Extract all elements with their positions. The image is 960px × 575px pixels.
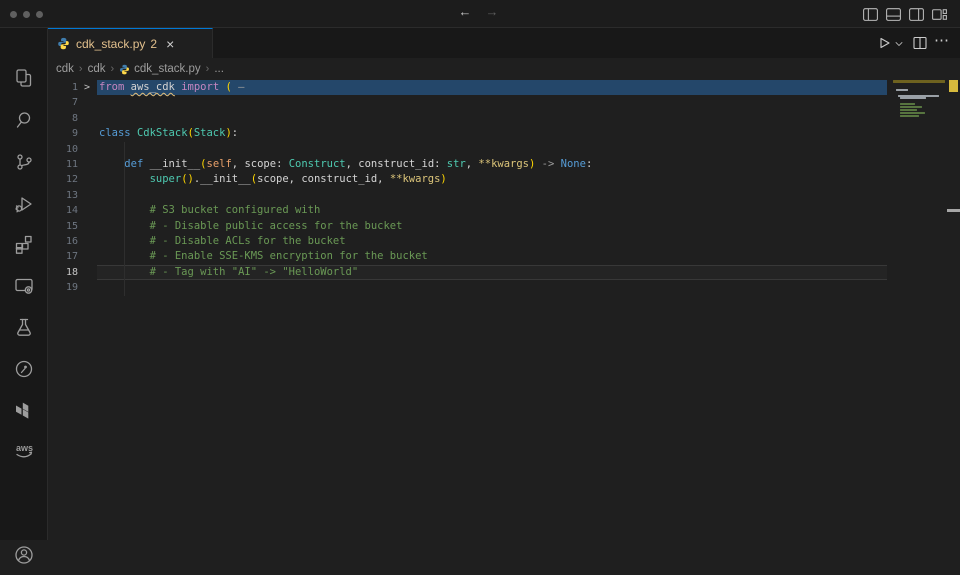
code-lines: 1 > from aws_cdk import ( – 789 class CdkSta… <box>48 80 893 295</box>
python-file-icon <box>119 64 130 75</box>
search-icon[interactable] <box>0 100 47 140</box>
source-control-icon[interactable] <box>0 142 47 182</box>
minimap-code-bar <box>896 89 908 91</box>
customize-layout-icon[interactable] <box>931 6 948 23</box>
minimap-code-bar <box>900 109 917 111</box>
code-text: def __init__(self, scope: Construct, con… <box>99 157 592 172</box>
line-number: 10 <box>48 142 78 157</box>
timeline-icon[interactable] <box>0 349 47 389</box>
code-line-14[interactable]: 14 # S3 bucket configured with <box>48 203 893 218</box>
python-file-icon <box>57 37 70 50</box>
code-line-8[interactable]: 8 <box>48 111 893 126</box>
code-text: # - Disable public access for the bucket <box>99 219 402 234</box>
code-editor[interactable]: 1 > from aws_cdk import ( – 789 class CdkSta… <box>48 80 893 540</box>
breadcrumb-separator-icon: › <box>79 63 83 75</box>
run-dropdown-icon[interactable] <box>893 37 905 55</box>
overview-cursor-marker <box>947 209 960 212</box>
split-editor-icon[interactable] <box>912 35 928 56</box>
code-text: # - Tag with "AI" -> "HelloWorld" <box>99 265 358 280</box>
breadcrumb-separator-icon: › <box>206 63 210 75</box>
aws-label: aws <box>16 443 33 453</box>
line-number: 16 <box>48 234 78 249</box>
code-text: # S3 bucket configured with <box>99 203 320 218</box>
extensions-icon[interactable] <box>0 225 47 265</box>
testing-icon[interactable] <box>0 307 47 347</box>
code-text: from aws_cdk import ( – <box>99 80 244 95</box>
code-line-15[interactable]: 15 # - Disable public access for the buc… <box>48 219 893 234</box>
terraform-icon[interactable] <box>0 391 47 431</box>
toggle-primary-sidebar-icon[interactable] <box>862 6 879 23</box>
tab-cdk-stack[interactable]: cdk_stack.py 2 × <box>48 28 213 58</box>
traffic-light-icon[interactable] <box>23 11 30 18</box>
line-number: 12 <box>48 172 78 187</box>
code-line-18[interactable]: 18 # - Tag with "AI" -> "HelloWorld" <box>48 265 893 280</box>
line-number: 11 <box>48 157 78 172</box>
code-line-17[interactable]: 17 # - Enable SSE-KMS encryption for the… <box>48 249 893 264</box>
breadcrumb-item[interactable]: cdk <box>56 63 74 75</box>
account-icon[interactable] <box>0 535 47 575</box>
traffic-light-icon[interactable] <box>36 11 43 18</box>
title-bar: ← → <box>0 0 960 28</box>
tab-bar: cdk_stack.py 2 × ⋯ <box>48 28 960 58</box>
code-line-9[interactable]: 9 class CdkStack(Stack): <box>48 126 893 141</box>
code-line-7[interactable]: 7 <box>48 95 893 110</box>
minimap-code-bar <box>900 115 918 117</box>
code-text: # - Enable SSE-KMS encryption for the bu… <box>99 249 428 264</box>
line-number: 1 <box>48 80 78 95</box>
line-number: 9 <box>48 126 78 141</box>
code-line-13[interactable]: 13 <box>48 188 893 203</box>
toggle-secondary-sidebar-icon[interactable] <box>908 6 925 23</box>
overview-ruler[interactable] <box>945 28 960 540</box>
nav-back-icon[interactable]: ← <box>455 4 475 19</box>
code-text: super().__init__(scope, construct_id, **… <box>99 172 447 187</box>
line-number: 17 <box>48 249 78 264</box>
tab-close-icon[interactable]: × <box>166 37 174 51</box>
minimap-code-bar <box>900 112 924 114</box>
breadcrumb-item[interactable]: cdk_stack.py <box>134 63 200 75</box>
code-line-19[interactable]: 19 <box>48 280 893 295</box>
line-number: 13 <box>48 188 78 203</box>
nav-forward-icon[interactable]: → <box>482 4 502 19</box>
code-line-10[interactable]: 10 <box>48 142 893 157</box>
traffic-light-icon[interactable] <box>10 11 17 18</box>
minimap[interactable] <box>893 80 945 540</box>
minimap-code-bar <box>900 97 926 99</box>
toggle-panel-icon[interactable] <box>885 6 902 23</box>
aws-icon[interactable]: aws <box>0 431 47 471</box>
line-number: 7 <box>48 95 78 110</box>
overview-warning-marker <box>949 80 958 92</box>
fold-chevron-icon[interactable]: > <box>84 80 90 95</box>
line-number: 18 <box>48 265 78 280</box>
breadcrumb: cdk › cdk › cdk_stack.py › ... <box>48 58 960 80</box>
minimap-code-bar <box>898 95 939 97</box>
line-number: 8 <box>48 111 78 126</box>
run-debug-icon[interactable] <box>0 184 47 224</box>
tab-label: cdk_stack.py <box>76 37 145 51</box>
minimap-code-bar <box>900 106 922 108</box>
code-text: # - Disable ACLs for the bucket <box>99 234 346 249</box>
breadcrumb-item[interactable]: ... <box>214 63 224 75</box>
minimap-code-bar <box>900 103 915 105</box>
explorer-icon[interactable] <box>0 58 47 98</box>
code-line-16[interactable]: 16 # - Disable ACLs for the bucket <box>48 234 893 249</box>
line-number: 15 <box>48 219 78 234</box>
activity-bar: aws <box>0 28 48 540</box>
code-line-1[interactable]: 1 > from aws_cdk import ( – <box>48 80 893 95</box>
tab-problems-badge: 2 <box>150 37 157 51</box>
run-icon[interactable] <box>876 35 892 56</box>
code-line-11[interactable]: 11 def __init__(self, scope: Construct, … <box>48 157 893 172</box>
code-line-12[interactable]: 12 super().__init__(scope, construct_id,… <box>48 172 893 187</box>
code-text: class CdkStack(Stack): <box>99 126 238 141</box>
line-number: 14 <box>48 203 78 218</box>
line-number: 19 <box>48 280 78 295</box>
breadcrumb-separator-icon: › <box>110 63 114 75</box>
minimap-selection-bar <box>893 80 945 83</box>
breadcrumb-item[interactable]: cdk <box>88 63 106 75</box>
remote-explorer-icon[interactable] <box>0 266 47 306</box>
